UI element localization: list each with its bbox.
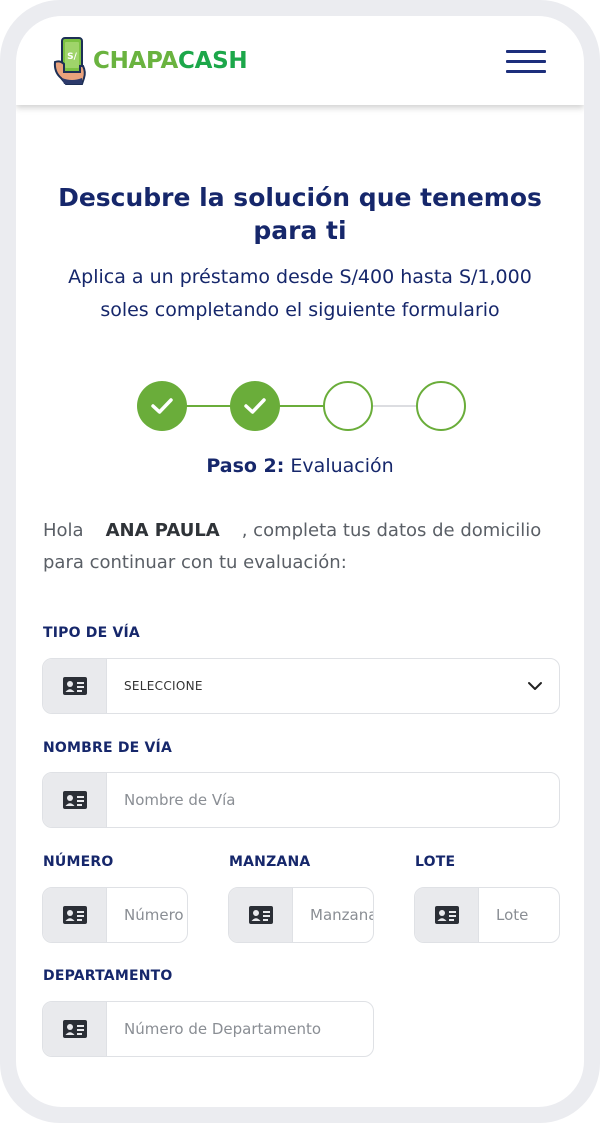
id-card-icon xyxy=(229,888,293,942)
app-screen: S/ CHAPACASH Descubre la solución que te… xyxy=(16,16,584,1107)
phone-hand-logo-icon: S/ xyxy=(53,37,86,85)
brand-name: CHAPACASH xyxy=(93,48,248,74)
id-card-icon xyxy=(43,659,107,713)
hamburger-menu-button[interactable] xyxy=(506,48,546,74)
device-frame: S/ CHAPACASH Descubre la solución que te… xyxy=(0,0,600,1123)
brand-name-part2: CASH xyxy=(177,48,248,74)
numero-field[interactable] xyxy=(42,887,188,943)
page-subtitle: Aplica a un préstamo desde S/400 hasta S… xyxy=(68,266,532,321)
page-title: Descubre la solución que tenemos para ti xyxy=(58,183,542,245)
lote-field[interactable] xyxy=(414,887,560,943)
id-card-icon xyxy=(43,1002,107,1056)
progress-stepper xyxy=(16,381,584,431)
numero-input[interactable] xyxy=(107,888,187,942)
step-1-completed xyxy=(137,381,187,431)
lote-label: LOTE xyxy=(415,854,456,870)
logo-currency-symbol: S/ xyxy=(67,52,77,62)
manzana-label: MANZANA xyxy=(229,854,311,870)
nombre-via-field[interactable] xyxy=(42,772,560,828)
departamento-label: DEPARTAMENTO xyxy=(43,968,173,984)
nombre-via-label: NOMBRE DE VÍA xyxy=(43,740,172,756)
id-card-icon xyxy=(43,773,107,827)
step-2-completed xyxy=(230,381,280,431)
current-step-label: Paso 2: Evaluación xyxy=(16,455,584,477)
check-icon xyxy=(244,398,266,414)
step-name: Evaluación xyxy=(290,455,394,477)
id-card-icon xyxy=(415,888,479,942)
greeting-prefix: Hola xyxy=(43,520,84,541)
greeting-text: Hola ANA PAULA, completa tus datos de dom… xyxy=(43,515,563,579)
check-icon xyxy=(151,398,173,414)
departamento-input[interactable] xyxy=(107,1002,373,1056)
top-navbar: S/ CHAPACASH xyxy=(16,16,584,105)
step-connector-2 xyxy=(278,405,324,407)
step-connector-1 xyxy=(186,405,232,407)
id-card-icon xyxy=(43,888,107,942)
brand-logo[interactable]: S/ CHAPACASH xyxy=(52,36,248,86)
manzana-field[interactable] xyxy=(228,887,374,943)
user-name: ANA PAULA xyxy=(105,520,220,541)
numero-label: NÚMERO xyxy=(43,854,114,870)
manzana-input[interactable] xyxy=(293,888,373,942)
step-4-pending xyxy=(416,381,466,431)
brand-name-part1: CHAPA xyxy=(93,48,178,74)
chevron-down-icon xyxy=(511,659,559,713)
lote-input[interactable] xyxy=(479,888,559,942)
departamento-field[interactable] xyxy=(42,1001,374,1057)
nombre-via-input[interactable] xyxy=(107,773,559,827)
tipo-via-select[interactable]: SELECCIONE xyxy=(42,658,560,714)
step-number: Paso 2: xyxy=(206,455,285,477)
step-3-pending xyxy=(323,381,373,431)
tipo-via-selected-value: SELECCIONE xyxy=(124,679,203,693)
tipo-via-label: TIPO DE VÍA xyxy=(43,625,140,641)
step-connector-3 xyxy=(371,405,417,407)
